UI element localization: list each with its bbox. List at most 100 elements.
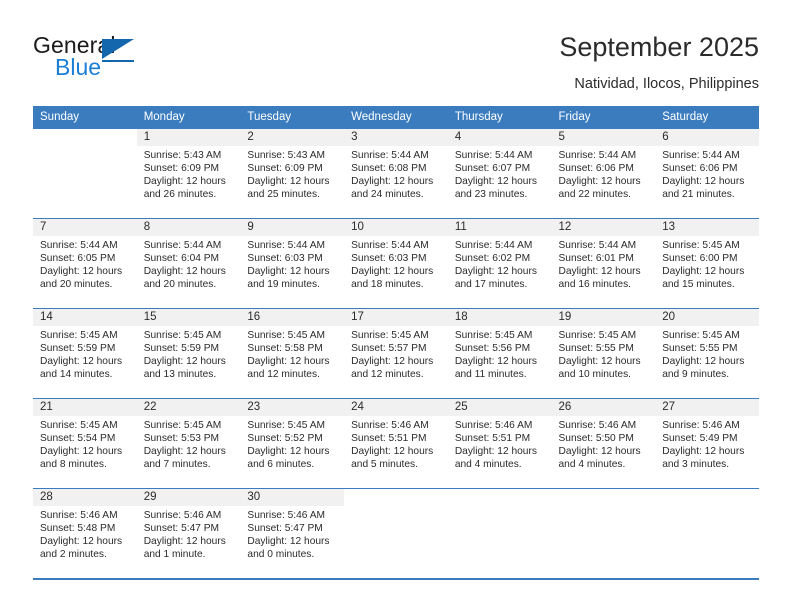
day-cell[interactable]: 21 Sunrise: 5:45 AM Sunset: 5:54 PM Dayligh… — [33, 399, 137, 488]
calendar-cell[interactable]: 29 Sunrise: 5:46 AM Sunset: 5:47 PM Dayligh… — [136, 488, 241, 578]
calendar-cell[interactable]: 24 Sunrise: 5:46 AM Sunset: 5:51 PM Dayligh… — [344, 398, 448, 489]
calendar-cell[interactable]: 20 Sunrise: 5:45 AM Sunset: 5:55 PM Dayligh… — [655, 308, 759, 399]
calendar-cell[interactable]: 6 Sunrise: 5:44 AM Sunset: 6:06 PM Daylight… — [655, 129, 759, 219]
calendar-cell[interactable]: 15 Sunrise: 5:45 AM Sunset: 5:59 PM Dayligh… — [136, 308, 241, 399]
day-cell[interactable]: 2 Sunrise: 5:43 AM Sunset: 6:09 PM Daylight… — [240, 129, 345, 218]
day-cell[interactable]: 20 Sunrise: 5:45 AM Sunset: 5:55 PM Dayligh… — [655, 309, 759, 398]
day-number: 10 — [344, 219, 448, 236]
day-cell[interactable]: 18 Sunrise: 5:45 AM Sunset: 5:56 PM Dayligh… — [447, 309, 552, 398]
day-cell[interactable]: 17 Sunrise: 5:45 AM Sunset: 5:57 PM Dayligh… — [344, 309, 448, 398]
sunset-text: Sunset: 5:53 PM — [143, 433, 220, 445]
day-cell[interactable]: 25 Sunrise: 5:46 AM Sunset: 5:51 PM Dayligh… — [447, 399, 552, 488]
day-cell[interactable]: 30 Sunrise: 5:46 AM Sunset: 5:47 PM Dayligh… — [240, 489, 345, 578]
calendar-cell[interactable]: 19 Sunrise: 5:45 AM Sunset: 5:55 PM Dayligh… — [551, 308, 656, 399]
weekday-header-friday: Friday — [551, 106, 656, 129]
day-cell[interactable]: 15 Sunrise: 5:45 AM Sunset: 5:59 PM Dayligh… — [136, 309, 241, 398]
day-details: Sunrise: 5:44 AM Sunset: 6:02 PM Daylight:… — [448, 236, 552, 291]
calendar-cell[interactable]: 26 Sunrise: 5:46 AM Sunset: 5:50 PM Dayligh… — [551, 398, 656, 489]
calendar-cell[interactable]: 18 Sunrise: 5:45 AM Sunset: 5:56 PM Dayligh… — [447, 308, 552, 399]
day-number: 21 — [33, 399, 137, 416]
day-number: 28 — [33, 489, 137, 506]
daylight-text-line1: Daylight: 12 hours — [247, 446, 330, 458]
day-cell[interactable]: 23 Sunrise: 5:45 AM Sunset: 5:52 PM Dayligh… — [240, 399, 345, 488]
calendar-cell[interactable]: 12 Sunrise: 5:44 AM Sunset: 6:01 PM Dayligh… — [551, 218, 656, 309]
calendar-cell[interactable]: 27 Sunrise: 5:46 AM Sunset: 5:49 PM Dayligh… — [655, 398, 759, 489]
calendar-cell[interactable]: 2 Sunrise: 5:43 AM Sunset: 6:09 PM Daylight… — [240, 129, 345, 219]
sunrise-text: Sunrise: 5:46 AM — [351, 420, 429, 431]
weekday-header-saturday: Saturday — [655, 106, 759, 129]
daylight-text-line1: Daylight: 12 hours — [662, 356, 745, 368]
calendar-cell[interactable]: 8 Sunrise: 5:44 AM Sunset: 6:04 PM Daylight… — [136, 218, 241, 309]
calendar-cell[interactable]: 3 Sunrise: 5:44 AM Sunset: 6:08 PM Daylight… — [344, 129, 448, 219]
calendar-cell[interactable]: 13 Sunrise: 5:45 AM Sunset: 6:00 PM Dayligh… — [655, 218, 759, 309]
calendar-cell[interactable]: 17 Sunrise: 5:45 AM Sunset: 5:57 PM Dayligh… — [344, 308, 448, 399]
day-cell[interactable]: 3 Sunrise: 5:44 AM Sunset: 6:08 PM Daylight… — [344, 129, 448, 218]
sunset-text: Sunset: 5:51 PM — [351, 433, 427, 445]
calendar-cell[interactable] — [33, 129, 137, 219]
sunrise-text: Sunrise: 5:45 AM — [247, 330, 325, 341]
day-number: 9 — [240, 219, 345, 236]
calendar-cell[interactable]: 16 Sunrise: 5:45 AM Sunset: 5:58 PM Dayligh… — [240, 308, 345, 399]
day-number: 17 — [344, 309, 448, 326]
day-number: 27 — [655, 399, 759, 416]
day-cell[interactable]: 14 Sunrise: 5:45 AM Sunset: 5:59 PM Dayligh… — [33, 309, 137, 398]
daylight-text-line2: and 21 minutes. — [662, 189, 735, 201]
calendar-cell[interactable] — [447, 488, 552, 578]
daylight-text-line1: Daylight: 12 hours — [662, 176, 745, 188]
day-cell[interactable]: 12 Sunrise: 5:44 AM Sunset: 6:01 PM Dayligh… — [551, 219, 656, 308]
calendar-cell[interactable]: 14 Sunrise: 5:45 AM Sunset: 5:59 PM Dayligh… — [33, 308, 137, 399]
day-details: Sunrise: 5:43 AM Sunset: 6:09 PM Daylight:… — [137, 146, 241, 201]
calendar-cell[interactable]: 11 Sunrise: 5:44 AM Sunset: 6:02 PM Dayligh… — [447, 218, 552, 309]
calendar-cell[interactable]: 1 Sunrise: 5:43 AM Sunset: 6:09 PM Daylight… — [136, 129, 241, 219]
daylight-text-line1: Daylight: 12 hours — [662, 266, 745, 278]
day-cell[interactable]: 9 Sunrise: 5:44 AM Sunset: 6:03 PM Daylight… — [240, 219, 345, 308]
day-cell[interactable]: 6 Sunrise: 5:44 AM Sunset: 6:06 PM Daylight… — [655, 129, 759, 218]
daylight-text-line2: and 20 minutes. — [40, 279, 113, 291]
calendar-cell[interactable]: 28 Sunrise: 5:46 AM Sunset: 5:48 PM Dayligh… — [33, 488, 137, 578]
day-details: Sunrise: 5:45 AM Sunset: 5:52 PM Daylight:… — [240, 416, 344, 471]
day-details: Sunrise: 5:46 AM Sunset: 5:48 PM Daylight:… — [33, 506, 137, 561]
day-cell[interactable]: 22 Sunrise: 5:45 AM Sunset: 5:53 PM Dayligh… — [136, 399, 241, 488]
calendar-cell[interactable] — [551, 488, 656, 578]
daylight-text-line2: and 19 minutes. — [247, 279, 320, 291]
calendar-cell[interactable]: 5 Sunrise: 5:44 AM Sunset: 6:06 PM Daylight… — [551, 129, 656, 219]
calendar-cell[interactable]: 4 Sunrise: 5:44 AM Sunset: 6:07 PM Daylight… — [447, 129, 552, 219]
day-cell[interactable]: 19 Sunrise: 5:45 AM Sunset: 5:55 PM Dayligh… — [551, 309, 656, 398]
general-blue-logo[interactable]: General Blue — [33, 32, 253, 90]
day-cell[interactable]: 11 Sunrise: 5:44 AM Sunset: 6:02 PM Dayligh… — [447, 219, 552, 308]
day-number: 29 — [136, 489, 241, 506]
day-cell[interactable]: 16 Sunrise: 5:45 AM Sunset: 5:58 PM Dayligh… — [240, 309, 345, 398]
calendar-cell[interactable] — [344, 488, 448, 578]
day-number: 25 — [447, 399, 552, 416]
day-cell[interactable]: 5 Sunrise: 5:44 AM Sunset: 6:06 PM Daylight… — [551, 129, 656, 218]
day-cell[interactable]: 13 Sunrise: 5:45 AM Sunset: 6:00 PM Dayligh… — [655, 219, 759, 308]
calendar-cell[interactable]: 22 Sunrise: 5:45 AM Sunset: 5:53 PM Dayligh… — [136, 398, 241, 489]
day-cell[interactable]: 4 Sunrise: 5:44 AM Sunset: 6:07 PM Daylight… — [447, 129, 552, 218]
calendar-grid: Sunday Monday Tuesday Wednesday Thursday… — [33, 106, 759, 578]
calendar-cell[interactable]: 10 Sunrise: 5:44 AM Sunset: 6:03 PM Dayligh… — [344, 218, 448, 309]
calendar-cell[interactable]: 21 Sunrise: 5:45 AM Sunset: 5:54 PM Dayligh… — [33, 398, 137, 489]
calendar-cell[interactable]: 23 Sunrise: 5:45 AM Sunset: 5:52 PM Dayligh… — [240, 398, 345, 489]
calendar-cell[interactable]: 30 Sunrise: 5:46 AM Sunset: 5:47 PM Dayligh… — [240, 488, 345, 578]
daylight-text-line2: and 6 minutes. — [247, 459, 315, 471]
calendar-cell[interactable]: 9 Sunrise: 5:44 AM Sunset: 6:03 PM Daylight… — [240, 218, 345, 309]
day-details: Sunrise: 5:45 AM Sunset: 5:55 PM Daylight:… — [655, 326, 759, 381]
day-cell[interactable]: 29 Sunrise: 5:46 AM Sunset: 5:47 PM Dayligh… — [136, 489, 241, 578]
sunset-text: Sunset: 6:00 PM — [662, 253, 738, 265]
day-cell[interactable]: 7 Sunrise: 5:44 AM Sunset: 6:05 PM Daylight… — [33, 219, 137, 308]
day-cell[interactable]: 26 Sunrise: 5:46 AM Sunset: 5:50 PM Dayligh… — [551, 399, 656, 488]
day-cell[interactable]: 28 Sunrise: 5:46 AM Sunset: 5:48 PM Dayligh… — [33, 489, 137, 578]
title-block: September 2025 Natividad, Ilocos, Philip… — [559, 30, 759, 94]
day-cell[interactable]: 10 Sunrise: 5:44 AM Sunset: 6:03 PM Dayligh… — [344, 219, 448, 308]
day-details: Sunrise: 5:45 AM Sunset: 5:58 PM Daylight:… — [240, 326, 344, 381]
day-cell[interactable]: 27 Sunrise: 5:46 AM Sunset: 5:49 PM Dayligh… — [655, 399, 759, 488]
calendar-cell[interactable]: 7 Sunrise: 5:44 AM Sunset: 6:05 PM Daylight… — [33, 218, 137, 309]
day-cell[interactable]: 1 Sunrise: 5:43 AM Sunset: 6:09 PM Daylight… — [136, 129, 241, 218]
day-cell[interactable]: 24 Sunrise: 5:46 AM Sunset: 5:51 PM Dayligh… — [344, 399, 448, 488]
day-cell[interactable]: 8 Sunrise: 5:44 AM Sunset: 6:04 PM Daylight… — [136, 219, 241, 308]
day-details: Sunrise: 5:46 AM Sunset: 5:47 PM Daylight:… — [240, 506, 344, 561]
calendar-body: 1 Sunrise: 5:43 AM Sunset: 6:09 PM Daylight… — [33, 129, 759, 578]
day-number: 3 — [344, 129, 448, 146]
calendar-cell[interactable]: 25 Sunrise: 5:46 AM Sunset: 5:51 PM Dayligh… — [447, 398, 552, 489]
calendar-cell[interactable] — [655, 488, 759, 578]
